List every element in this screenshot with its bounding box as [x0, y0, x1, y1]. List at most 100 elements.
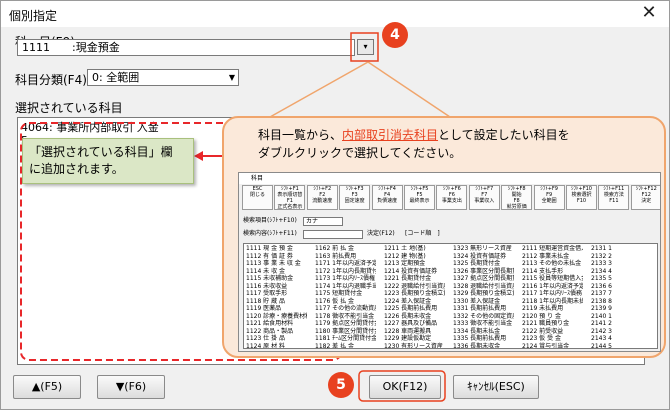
- mini-grid-cell[interactable]: 2121 職員預り金: [522, 320, 583, 328]
- mini-grid-cell[interactable]: 2120 預 り 金: [522, 313, 583, 321]
- mini-grid-cell[interactable]: 1230 有形リース資産: [384, 343, 445, 349]
- mini-grid-cell[interactable]: 2137 7: [591, 290, 652, 298]
- mini-grid-cell[interactable]: 1182 差 払 金: [315, 343, 376, 349]
- mini-grid-cell[interactable]: 1124 原 材 料: [246, 343, 307, 349]
- mini-grid-cell[interactable]: 1225 長期前払費用: [384, 305, 445, 313]
- mini-decide-button[interactable]: 決定(F12): [367, 230, 395, 238]
- mini-fkey-button[interactable]: ｼﾌﾄ+F8 開始 F8 就労原価: [501, 185, 533, 210]
- mini-grid-cell[interactable]: 1117 受取手形: [246, 290, 307, 298]
- mini-fkey-button[interactable]: ｼﾌﾄ+F4 F4 負債速度: [371, 185, 403, 210]
- mini-grid-cell[interactable]: 2141 2: [591, 320, 652, 328]
- mini-grid-cell[interactable]: 2112 事業未払金: [522, 253, 583, 261]
- list-item[interactable]: 4064: 事業所内部取引 入金: [21, 121, 159, 134]
- mini-grid-cell[interactable]: 1211 土 地(基): [384, 245, 445, 253]
- mini-search-select[interactable]: カナ: [303, 217, 343, 226]
- mini-grid-cell[interactable]: 2114 支払手形: [522, 268, 583, 276]
- mini-grid-cell[interactable]: 1331 長期前払費用: [453, 305, 514, 313]
- mini-grid-cell[interactable]: 2138 8: [591, 298, 652, 306]
- mini-grid-cell[interactable]: 1122 商品・製品: [246, 328, 307, 336]
- mini-grid-cell[interactable]: 1226 長期未収金: [384, 313, 445, 321]
- account-field[interactable]: 1111 :現金預金: [17, 39, 355, 56]
- mini-grid-cell[interactable]: 1223 長期預り金積立資産: [384, 290, 445, 298]
- mini-grid-cell[interactable]: 2123 仮 受 金: [522, 335, 583, 343]
- mini-fkey-button[interactable]: ｼﾌﾄ+F3 F3 固定速度: [339, 185, 371, 210]
- mini-grid-cell[interactable]: 2142 3: [591, 328, 652, 336]
- mini-grid-cell[interactable]: 1180 事業区分間貸付金: [315, 328, 376, 336]
- mini-grid-cell[interactable]: 1172 1年以内長期貸付: [315, 268, 376, 276]
- mini-grid-cell[interactable]: 1227 器具及び備品: [384, 320, 445, 328]
- cancel-button[interactable]: ｷｬﾝｾﾙ(ESC): [453, 375, 539, 399]
- mini-grid-cell[interactable]: 1174 1年以内退職手当: [315, 283, 376, 291]
- mini-grid-cell[interactable]: 1329 長期預り金積立資産: [453, 290, 514, 298]
- category-select[interactable]: 0: 全範囲 ▼: [87, 69, 239, 86]
- mini-grid-cell[interactable]: 2143 4: [591, 335, 652, 343]
- mini-grid-cell[interactable]: 1336 長期未収金: [453, 343, 514, 349]
- mini-grid-cell[interactable]: 1328 退職給付引当資産: [453, 283, 514, 291]
- mini-fkey-button[interactable]: ｼﾌﾄ+F11 検索方法 F11: [598, 185, 630, 210]
- chevron-down-icon[interactable]: ▼: [229, 70, 235, 86]
- mini-grid-cell[interactable]: 1162 前 払 金: [315, 245, 376, 253]
- move-down-button[interactable]: ▼(F6): [97, 375, 165, 399]
- mini-grid-cell[interactable]: 1178 徴収不能引当金: [315, 313, 376, 321]
- mini-fkey-button[interactable]: ｼﾌﾄ+F12 F12 決定: [630, 185, 660, 210]
- mini-fkey-button[interactable]: ESC 閉じる: [242, 185, 273, 210]
- mini-grid-cell[interactable]: 2124 賞与引当金: [522, 343, 583, 349]
- mini-grid-cell[interactable]: 1332 その他の固定資産: [453, 313, 514, 321]
- mini-grid-cell[interactable]: 1325 長期貸付金: [453, 260, 514, 268]
- mini-content-input[interactable]: [303, 230, 363, 239]
- mini-grid-cell[interactable]: 1119 医薬品: [246, 305, 307, 313]
- mini-account-grid[interactable]: 1111 現 金 預 金 1112 有 価 証 券 1113 事 業 未 収 金 11…: [243, 243, 658, 349]
- mini-grid-cell[interactable]: 1123 仕 掛 品: [246, 335, 307, 343]
- mini-grid-cell[interactable]: 2133 3: [591, 260, 652, 268]
- mini-grid-cell[interactable]: 1229 建設仮勘定: [384, 335, 445, 343]
- mini-grid-cell[interactable]: 2135 5: [591, 275, 652, 283]
- mini-grid-cell[interactable]: 1113 事 業 未 収 金: [246, 260, 307, 268]
- mini-grid-cell[interactable]: 2118 1年以内長期未払: [522, 298, 583, 306]
- mini-grid-cell[interactable]: 1112 有 価 証 券: [246, 253, 307, 261]
- mini-grid-cell[interactable]: 1114 未 収 金: [246, 268, 307, 276]
- mini-grid-cell[interactable]: 1330 差入保証金: [453, 298, 514, 306]
- mini-grid-cell[interactable]: 1335 長期前払費用: [453, 335, 514, 343]
- ok-button[interactable]: OK(F12): [369, 375, 441, 399]
- mini-grid-cell[interactable]: 2113 その他の未払金: [522, 260, 583, 268]
- account-dropdown-button[interactable]: ▾: [357, 39, 374, 55]
- mini-grid-cell[interactable]: 1171 1年以内返済予定: [315, 260, 376, 268]
- mini-fkey-button[interactable]: ｼﾌﾄ+F10 検索選択 F10: [566, 185, 597, 210]
- mini-grid-cell[interactable]: 1116 未収収益: [246, 283, 307, 291]
- close-icon[interactable]: ✕: [635, 3, 663, 25]
- mini-grid-cell[interactable]: 1179 拠点区分間貸付金: [315, 320, 376, 328]
- mini-grid-cell[interactable]: 2144 5: [591, 343, 652, 349]
- mini-grid-cell[interactable]: 1173 1年以内ﾘｰｽ債権: [315, 275, 376, 283]
- mini-grid-cell[interactable]: 1175 短期貸付金: [315, 290, 376, 298]
- mini-grid-cell[interactable]: 1176 仮 払 金: [315, 298, 376, 306]
- mini-grid-cell[interactable]: 1324 投資有価証券: [453, 253, 514, 261]
- mini-fkey-button[interactable]: ｼﾌﾄ+F9 F9 全範囲: [533, 185, 565, 210]
- mini-fkey-button[interactable]: ｼﾌﾄ+F5 F5 最終表示: [404, 185, 435, 210]
- mini-grid-cell[interactable]: 2140 1: [591, 313, 652, 321]
- mini-grid-cell[interactable]: 1224 差入保証金: [384, 298, 445, 306]
- mini-grid-cell[interactable]: 2139 9: [591, 305, 652, 313]
- mini-grid-cell[interactable]: 1213 定期預金: [384, 260, 445, 268]
- mini-grid-cell[interactable]: 1214 投資有価証券: [384, 268, 445, 276]
- mini-grid-cell[interactable]: 2116 1年以内返済予定: [522, 283, 583, 291]
- mini-grid-cell[interactable]: 1115 未収補助金: [246, 275, 307, 283]
- mini-fkey-button[interactable]: ｼﾌﾄ+F2 F2 流動速度: [306, 185, 338, 210]
- mini-grid-cell[interactable]: 1228 車両運搬具: [384, 328, 445, 336]
- mini-grid-cell[interactable]: 2117 1年以内ﾘｰｽ債務: [522, 290, 583, 298]
- mini-grid-cell[interactable]: 1177 その他の流動資産: [315, 305, 376, 313]
- mini-grid-cell[interactable]: 1121 給食用材料: [246, 320, 307, 328]
- mini-grid-cell[interactable]: 1323 無形リース資産: [453, 245, 514, 253]
- mini-grid-cell[interactable]: 2122 前受収益: [522, 328, 583, 336]
- mini-grid-cell[interactable]: 1212 建 物(基): [384, 253, 445, 261]
- move-up-button[interactable]: ▲(F5): [13, 375, 81, 399]
- mini-grid-cell[interactable]: 1111 現 金 預 金: [246, 245, 307, 253]
- mini-grid-cell[interactable]: 1326 事業区分間長期貸付: [453, 268, 514, 276]
- mini-grid-cell[interactable]: 1222 退職給付引当資産: [384, 283, 445, 291]
- mini-grid-cell[interactable]: 2111 短期運営資金借入: [522, 245, 583, 253]
- mini-grid-cell[interactable]: 1333 徴収不能引当金: [453, 320, 514, 328]
- mini-grid-cell[interactable]: 2115 役員等短期借入金: [522, 275, 583, 283]
- mini-grid-cell[interactable]: 1327 拠点区分間長期貸付: [453, 275, 514, 283]
- mini-grid-cell[interactable]: 1334 長期未払金: [453, 328, 514, 336]
- mini-grid-cell[interactable]: 1181 ﾁｰﾑ区分間貸付金: [315, 335, 376, 343]
- mini-fkey-button[interactable]: ｼﾌﾄ+F1 表示順切替 F1 正式名表示: [274, 185, 306, 210]
